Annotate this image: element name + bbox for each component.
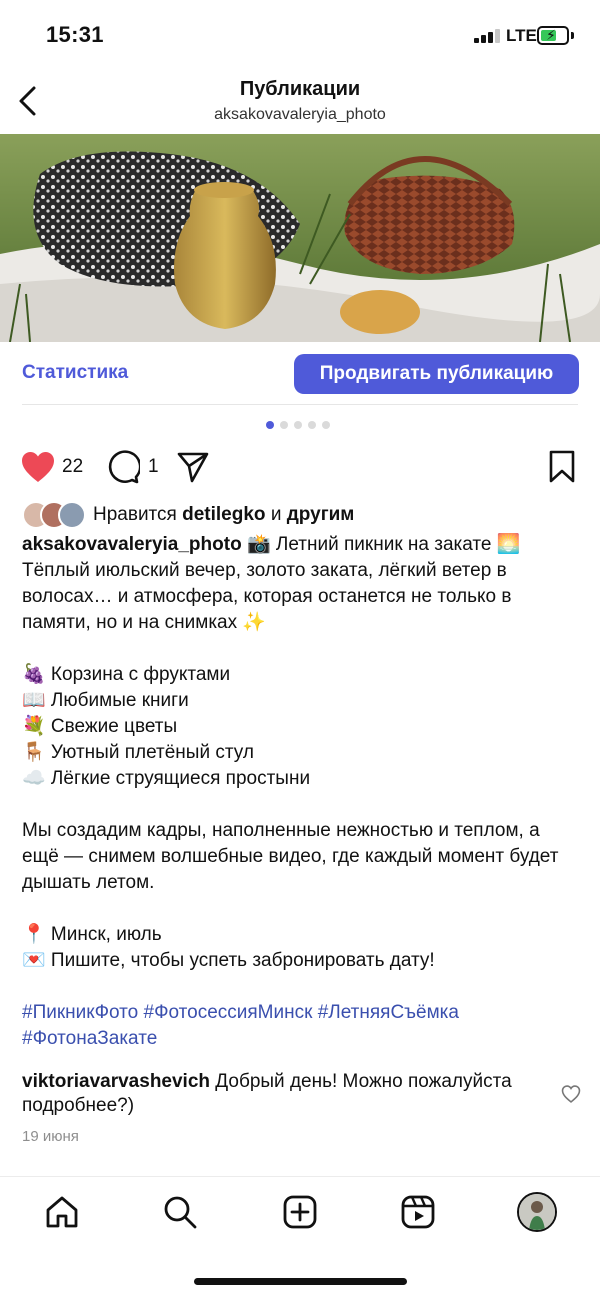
caption-body: Мы создадим кадры, наполненные нежностью… <box>22 820 559 893</box>
post-date: 19 июня <box>22 1128 79 1145</box>
caption-title: 📸 Летний пикник на закате 🌅 <box>246 534 521 555</box>
share-icon <box>177 452 209 483</box>
caption-location: 📍 Минск, июль <box>22 924 162 945</box>
home-icon <box>46 1196 78 1228</box>
comment-like-button[interactable] <box>561 1085 581 1108</box>
comment: viktoriavarvashevich Добрый день! Можно … <box>22 1070 542 1118</box>
likes-row[interactable]: Нравится detilegko и другим <box>22 500 354 530</box>
caption-username[interactable]: aksakovavaleryia_photo <box>22 534 242 555</box>
comment-button[interactable] <box>106 450 142 489</box>
network-label: LTE <box>506 26 537 45</box>
home-indicator <box>194 1278 407 1285</box>
avatar <box>58 501 86 529</box>
likes-others[interactable]: другим <box>287 504 355 525</box>
likes-count[interactable]: 22 <box>62 456 83 478</box>
divider <box>22 404 578 405</box>
tab-reels[interactable] <box>398 1192 438 1232</box>
signal-icon <box>474 29 500 43</box>
battery-tip <box>571 32 574 39</box>
search-icon <box>164 1196 197 1229</box>
status-bar: 15:31 LTE ⚡ <box>0 0 600 70</box>
create-icon <box>283 1195 317 1229</box>
post-image[interactable] <box>0 134 600 342</box>
statistics-button[interactable]: Статистика <box>22 362 128 384</box>
list-item: 📖 Любимые книги <box>22 690 189 711</box>
charging-icon: ⚡ <box>546 27 556 43</box>
tab-home[interactable] <box>42 1192 82 1232</box>
comment-icon <box>108 450 142 484</box>
comments-count[interactable]: 1 <box>148 456 159 478</box>
tab-search[interactable] <box>160 1192 200 1232</box>
carousel-dot <box>294 421 302 429</box>
promo-row: Статистика Продвигать публикацию <box>0 342 600 406</box>
bookmark-icon <box>549 450 575 483</box>
list-item: 🍇 Корзина с фруктами <box>22 664 231 685</box>
carousel-dot <box>308 421 316 429</box>
save-button[interactable] <box>548 450 576 489</box>
bottom-tabbar <box>0 1188 600 1242</box>
like-button[interactable] <box>20 450 56 489</box>
liker-username[interactable]: detilegko <box>182 504 265 525</box>
carousel-dot <box>266 421 274 429</box>
likes-prefix: Нравится <box>93 504 177 525</box>
post-photo <box>0 134 600 342</box>
likes-text: Нравится detilegko и другим <box>93 504 354 526</box>
tab-profile[interactable] <box>517 1192 557 1232</box>
status-time: 15:31 <box>46 22 104 47</box>
caption-intro: Тёплый июльский вечер, золото заката, лё… <box>22 560 512 633</box>
carousel-dot <box>322 421 330 429</box>
comment-username[interactable]: viktoriavarvashevich <box>22 1071 210 1092</box>
tab-create[interactable] <box>280 1192 320 1232</box>
share-button[interactable] <box>176 450 210 489</box>
top-nav: Публикации aksakovavaleryia_photo <box>0 70 600 134</box>
profile-avatar <box>517 1192 557 1232</box>
heart-outline-icon <box>561 1085 581 1103</box>
carousel-indicator <box>266 421 330 431</box>
caption-cta: 💌 Пишите, чтобы успеть забронировать дат… <box>22 950 435 971</box>
tabbar-divider <box>0 1176 600 1177</box>
profile-photo <box>519 1194 555 1230</box>
liker-avatars <box>22 501 90 529</box>
carousel-dot <box>280 421 288 429</box>
likes-and: и <box>270 504 282 525</box>
promote-post-button[interactable]: Продвигать публикацию <box>294 354 579 394</box>
heart-icon <box>22 452 54 482</box>
hashtags[interactable]: #ПикникФото #ФотосессияМинск #ЛетняяСъём… <box>22 1000 580 1052</box>
list-item: 💐 Свежие цветы <box>22 716 178 737</box>
list-item: ☁️ Лёгкие струящиеся простыни <box>22 768 311 789</box>
page-subtitle: aksakovavaleryia_photo <box>214 106 386 123</box>
reels-icon <box>401 1195 435 1229</box>
post-caption: aksakovavaleryia_photo 📸 Летний пикник н… <box>22 532 580 1052</box>
list-item: 🪑 Уютный плетёный стул <box>22 742 254 763</box>
post-actions: 22 1 <box>0 446 600 488</box>
page-title: Публикации <box>239 78 361 100</box>
